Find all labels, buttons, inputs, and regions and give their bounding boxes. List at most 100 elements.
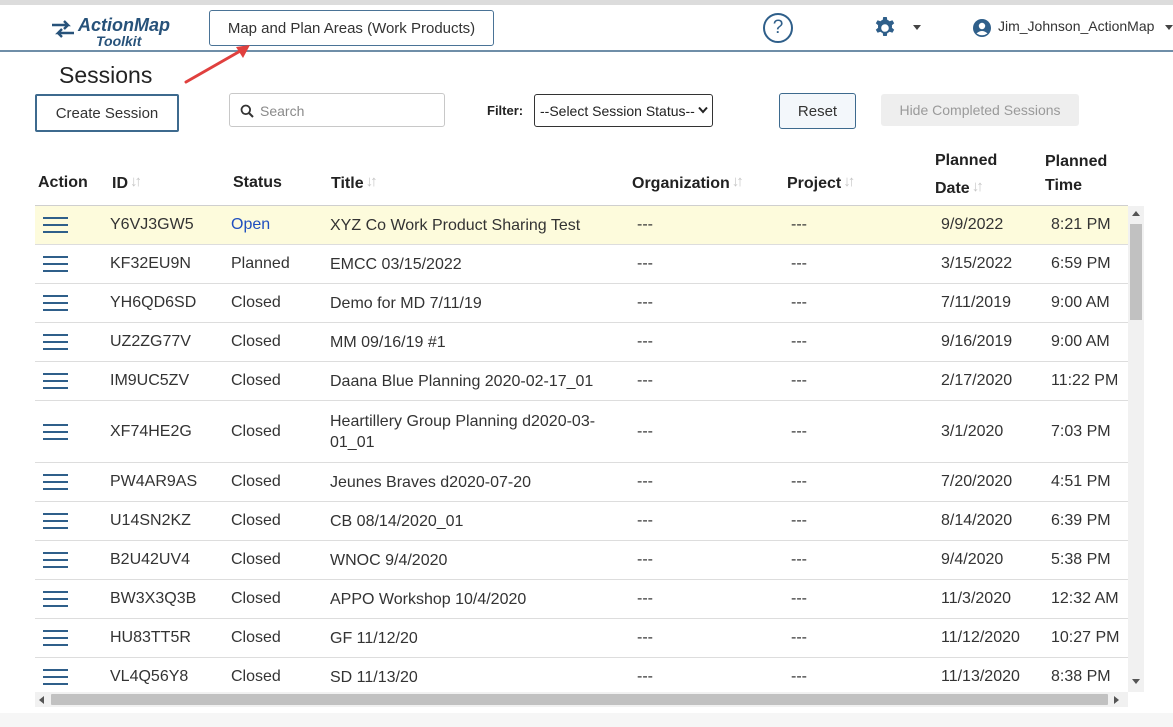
column-header-title[interactable]: Title ↓↑ (331, 173, 378, 193)
sort-icon[interactable]: ↓↑ (366, 173, 378, 190)
table-row[interactable]: B2U42UV4 Closed WNOC 9/4/2020 --- --- 9/4/202… (35, 541, 1128, 580)
user-dropdown-caret-icon[interactable] (1165, 25, 1173, 30)
row-project-cell: --- (791, 473, 807, 490)
row-action-menu-icon[interactable] (43, 630, 68, 646)
scroll-left-arrow-icon[interactable] (39, 696, 44, 704)
row-action-menu-icon[interactable] (43, 552, 68, 568)
row-action-menu-icon[interactable] (43, 669, 68, 685)
sort-icon[interactable]: ↓↑ (732, 173, 744, 190)
table-row[interactable]: YH6QD6SD Closed Demo for MD 7/11/19 --- --- 7… (35, 284, 1128, 323)
search-input[interactable] (260, 100, 440, 122)
row-id-cell: PW4AR9AS (110, 473, 198, 490)
column-header-title-label: Title (331, 175, 364, 192)
row-action-menu-icon[interactable] (43, 423, 68, 440)
row-date-cell: 9/16/2019 (941, 333, 1013, 350)
table-row[interactable]: PW4AR9AS Closed Jeunes Braves d2020-07-20 -… (35, 463, 1128, 502)
logo-text-line2: Toolkit (96, 33, 142, 49)
table-row[interactable]: UZ2ZG77V Closed MM 09/16/19 #1 --- --- 9/16/2… (35, 323, 1128, 362)
row-action-cell (43, 362, 68, 400)
row-project-cell: --- (791, 512, 807, 529)
column-header-planned-date[interactable]: Planned Date ↓↑ (935, 148, 997, 202)
row-action-menu-icon[interactable] (43, 295, 68, 311)
table-row[interactable]: U14SN2KZ Closed CB 08/14/2020_01 --- --- 8/14… (35, 502, 1128, 541)
row-date-cell: 9/4/2020 (941, 551, 1004, 568)
scroll-down-arrow-icon[interactable] (1132, 679, 1140, 684)
row-project-cell: --- (791, 629, 807, 646)
sort-icon[interactable]: ↓↑ (130, 173, 142, 190)
row-time-cell: 12:32 AM (1051, 590, 1119, 607)
table-row[interactable]: KF32EU9N Planned EMCC 03/15/2022 --- --- 3/15… (35, 245, 1128, 284)
row-organization-cell: --- (637, 473, 653, 490)
row-id-cell: YH6QD6SD (110, 294, 197, 311)
row-action-cell (43, 502, 68, 540)
table-row[interactable]: HU83TT5R Closed GF 11/12/20 --- --- 11/12/202… (35, 619, 1128, 658)
row-date-cell: 11/13/2020 (941, 668, 1020, 685)
row-organization-cell: --- (637, 590, 653, 607)
sort-icon[interactable]: ↓↑ (843, 173, 855, 190)
row-status-cell: Planned (231, 255, 290, 272)
sort-icon[interactable]: ↓↑ (972, 174, 984, 200)
settings-dropdown-caret-icon[interactable] (913, 25, 921, 30)
scroll-up-arrow-icon[interactable] (1132, 211, 1140, 216)
column-header-project-label: Project (787, 175, 842, 192)
sessions-table-body: Y6VJ3GW5 Open XYZ Co Work Product Sharing … (35, 206, 1128, 692)
table-row[interactable]: BW3X3Q3B Closed APPO Workshop 10/4/2020 ---… (35, 580, 1128, 619)
row-title-cell: XYZ Co Work Product Sharing Test (330, 216, 581, 234)
row-time-cell: 11:22 PM (1051, 372, 1119, 389)
search-box[interactable] (229, 93, 445, 127)
reset-button[interactable]: Reset (779, 93, 856, 129)
session-status-selected: --Select Session Status-- (540, 102, 695, 119)
row-title-cell: Heartillery Group Planning d2020-03-01_0… (330, 412, 596, 451)
table-row[interactable]: XF74HE2G Closed Heartillery Group Planning… (35, 401, 1128, 463)
row-action-cell (43, 463, 68, 501)
actionmap-logo[interactable]: ActionMap Toolkit (50, 13, 190, 49)
row-organization-cell: --- (637, 294, 653, 311)
app-header: ActionMap Toolkit Map and Plan Areas (Wo… (0, 5, 1173, 52)
row-id-cell: HU83TT5R (110, 629, 191, 646)
row-time-cell: 6:39 PM (1051, 512, 1111, 529)
row-action-menu-icon[interactable] (43, 474, 68, 490)
session-status-select[interactable]: --Select Session Status-- (534, 94, 713, 127)
row-time-cell: 8:38 PM (1051, 668, 1111, 685)
column-header-id-label: ID (112, 175, 128, 192)
row-action-menu-icon[interactable] (43, 256, 68, 272)
column-header-id[interactable]: ID ↓↑ (112, 173, 142, 193)
table-row[interactable]: IM9UC5ZV Closed Daana Blue Planning 2020-0… (35, 362, 1128, 401)
scroll-right-arrow-icon[interactable] (1114, 696, 1119, 704)
row-action-menu-icon[interactable] (43, 334, 68, 350)
column-header-planned-date-line2: Date (935, 180, 970, 197)
row-date-cell: 8/14/2020 (941, 512, 1013, 529)
row-action-cell (43, 323, 68, 361)
column-header-project[interactable]: Project ↓↑ (787, 173, 855, 193)
row-date-cell: 7/11/2019 (941, 294, 1011, 311)
help-icon[interactable]: ? (763, 13, 793, 43)
filter-label: Filter: (487, 103, 524, 118)
row-title-cell: GF 11/12/20 (330, 629, 418, 647)
row-action-menu-icon[interactable] (43, 373, 68, 389)
create-session-button[interactable]: Create Session (35, 94, 179, 132)
username-label[interactable]: Jim_Johnson_ActionMap (998, 18, 1154, 34)
row-status-cell: Closed (231, 590, 281, 607)
gear-icon[interactable] (873, 16, 897, 40)
row-status-cell: Closed (231, 294, 281, 311)
column-header-organization[interactable]: Organization ↓↑ (632, 173, 744, 193)
row-organization-cell: --- (637, 629, 653, 646)
row-action-menu-icon[interactable] (43, 591, 68, 607)
table-row[interactable]: VL4Q56Y8 Closed SD 11/13/20 --- --- 11/13/202… (35, 658, 1128, 692)
column-header-status-label: Status (233, 174, 282, 191)
row-title-cell: SD 11/13/20 (330, 668, 418, 686)
row-date-cell: 11/12/2020 (941, 629, 1020, 646)
vertical-scrollbar-thumb[interactable] (1130, 224, 1142, 320)
row-organization-cell: --- (637, 372, 653, 389)
row-action-menu-icon[interactable] (43, 513, 68, 529)
row-project-cell: --- (791, 255, 807, 272)
row-id-cell: B2U42UV4 (110, 551, 191, 568)
horizontal-scrollbar-thumb[interactable] (51, 694, 1108, 705)
table-row[interactable]: Y6VJ3GW5 Open XYZ Co Work Product Sharing … (35, 206, 1128, 245)
row-status-cell: Closed (231, 333, 281, 350)
row-action-menu-icon[interactable] (43, 217, 68, 233)
hide-completed-sessions-button[interactable]: Hide Completed Sessions (881, 94, 1079, 126)
row-time-cell: 9:00 AM (1051, 294, 1110, 311)
row-project-cell: --- (791, 668, 807, 685)
row-time-cell: 8:21 PM (1051, 216, 1111, 233)
